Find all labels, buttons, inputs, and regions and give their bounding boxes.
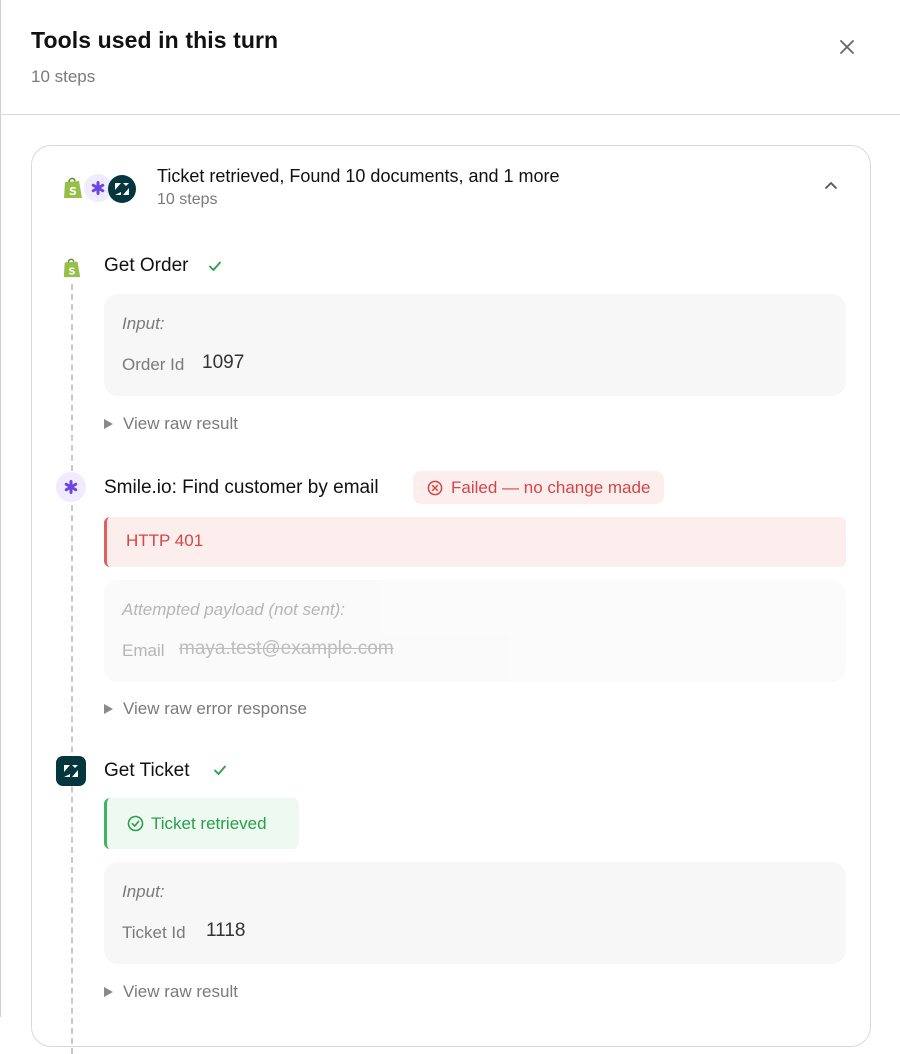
tool-group-header[interactable]: S Ticket retrieved, Found 10 documents, … — [32, 146, 870, 226]
payload-panel-title: Attempted payload (not sent): — [122, 600, 346, 619]
caret-right-icon — [104, 704, 113, 714]
step-icon-shopify: S — [61, 256, 83, 280]
input-panel-title: Input: — [122, 314, 165, 333]
payload-key: Email — [122, 641, 165, 660]
close-icon — [840, 40, 854, 54]
drawer-header: Tools used in this turn 10 steps — [0, 0, 900, 115]
view-raw-result-toggle[interactable]: View raw result — [104, 982, 238, 1002]
step-title: Get Order — [104, 255, 189, 276]
success-result-box: Ticket retrieved — [104, 798, 299, 849]
zendesk-icon — [64, 765, 78, 777]
panel-left-border — [0, 0, 1, 1017]
payload-value: maya.test@example.com — [179, 638, 394, 659]
attempted-payload-panel: Attempted payload (not sent): Email maya… — [104, 580, 846, 682]
input-key: Order Id — [122, 355, 185, 374]
shopify-icon: S — [63, 258, 81, 277]
caret-right-icon — [104, 987, 113, 997]
close-button[interactable] — [833, 33, 861, 61]
zendesk-icon — [108, 175, 136, 203]
drawer-subtitle: 10 steps — [31, 67, 96, 86]
view-raw-result-toggle[interactable]: View raw result — [104, 414, 238, 434]
input-key: Ticket Id — [122, 923, 186, 942]
tool-group-title: Ticket retrieved, Found 10 documents, an… — [157, 166, 560, 186]
tool-group-subtitle: 10 steps — [157, 191, 218, 208]
tool-group-card: S Ticket retrieved, Found 10 documents, … — [31, 145, 871, 1054]
input-panel: Input: Ticket Id 1118 — [104, 862, 846, 964]
success-result-label: Ticket retrieved — [151, 813, 267, 833]
error-message: HTTP 401 — [126, 531, 204, 550]
input-value: 1097 — [202, 352, 245, 373]
step-icon-smile — [56, 472, 86, 502]
input-panel: Input: Order Id 1097 — [104, 294, 846, 396]
error-circle-icon — [427, 480, 443, 495]
svg-text:S: S — [69, 185, 77, 198]
input-panel-title: Input: — [122, 882, 165, 901]
caret-right-icon — [104, 419, 113, 429]
check-circle-icon — [127, 815, 144, 832]
step-title: Smile.io: Find customer by email — [104, 477, 379, 498]
step-title: Get Ticket — [104, 760, 190, 781]
tool-icon-stack: S — [62, 174, 142, 204]
chevron-up-icon[interactable] — [822, 177, 840, 195]
smile-io-icon — [64, 480, 78, 494]
view-raw-error-toggle[interactable]: View raw error response — [104, 699, 307, 719]
shopify-icon: S — [64, 177, 82, 198]
step-icon-zendesk — [56, 756, 86, 786]
failed-status-label: Failed — no change made — [451, 477, 651, 497]
view-raw-result-label: View raw result — [123, 414, 238, 433]
check-icon — [209, 261, 221, 271]
check-icon — [214, 765, 226, 775]
svg-text:S: S — [68, 266, 75, 277]
input-value: 1118 — [206, 920, 246, 941]
view-raw-error-label: View raw error response — [123, 699, 307, 718]
timeline-connector — [71, 284, 73, 1054]
failed-status-badge: Failed — no change made — [413, 471, 665, 504]
error-message-box: HTTP 401 — [104, 517, 846, 567]
drawer-title: Tools used in this turn — [31, 27, 279, 53]
view-raw-result-label: View raw result — [123, 982, 238, 1001]
